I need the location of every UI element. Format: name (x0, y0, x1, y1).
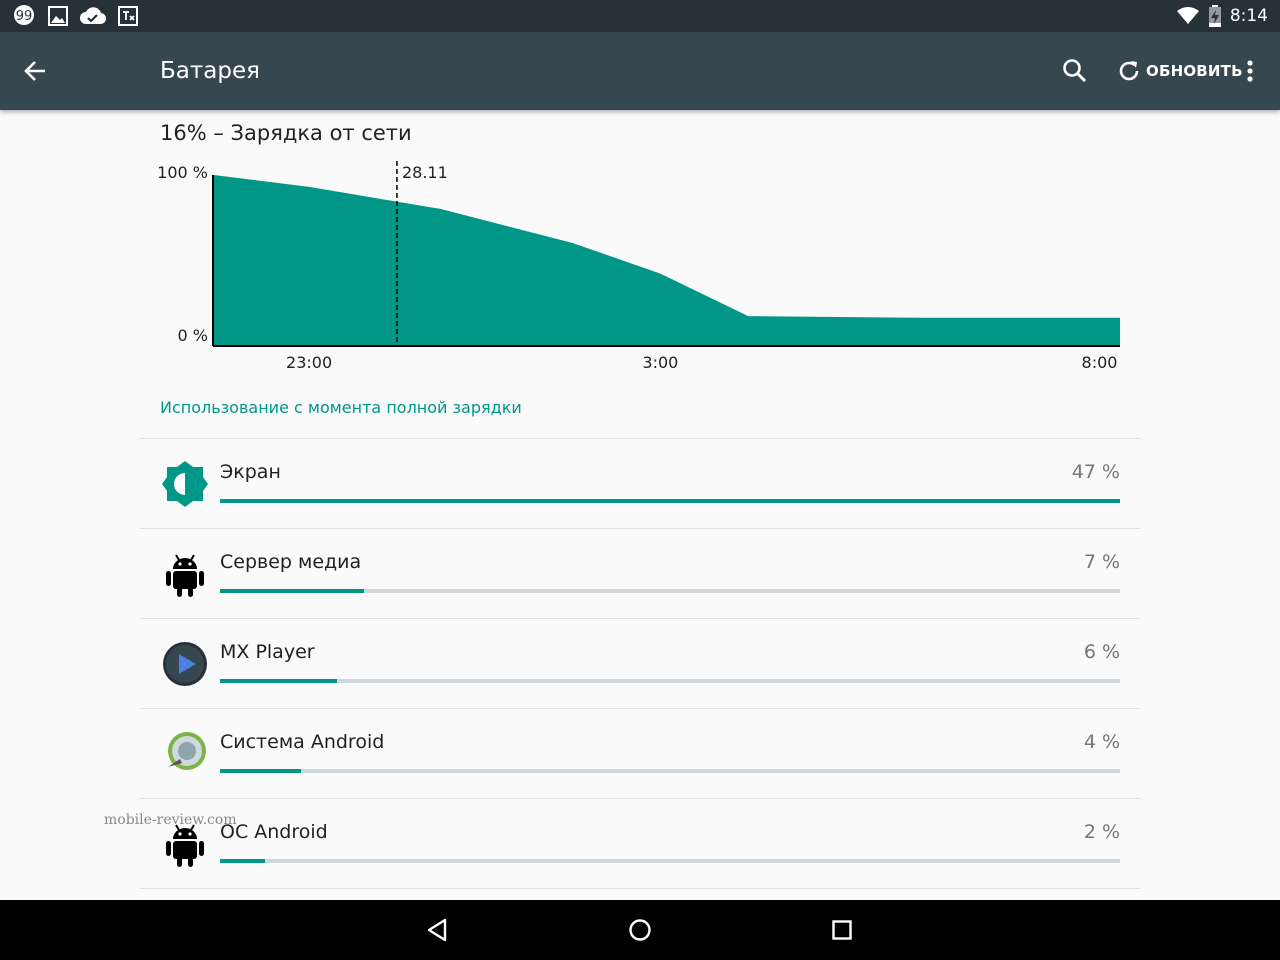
usage-bar (220, 679, 1120, 683)
usage-item-percent: 47 % (1071, 461, 1120, 483)
chart-y-label-min: 0 % (178, 326, 208, 345)
app-bar: Батарея ОБНОВИТЬ (0, 32, 1280, 110)
battery-content: 16% – Зарядка от сети 28.11 100 % 0 % 23… (0, 110, 1280, 900)
android-system-icon (168, 732, 206, 770)
wifi-icon (1176, 7, 1199, 24)
usage-item-percent: 2 % (1083, 821, 1120, 843)
search-icon[interactable] (1060, 56, 1090, 86)
list-item[interactable]: Экран 47 % (140, 439, 1140, 529)
watermark: mobile-review.com (104, 812, 237, 828)
chart-date-marker-label: 28.11 (402, 163, 448, 182)
usage-bar (220, 769, 1120, 773)
usage-item-name: Экран (220, 461, 281, 483)
battery-charging-icon (1208, 5, 1221, 27)
status-bar: 99 8:14 (0, 0, 1280, 32)
usage-item-percent: 4 % (1083, 731, 1120, 753)
usage-bar-fill (220, 769, 301, 773)
refresh-label: ОБНОВИТЬ (1146, 62, 1243, 80)
more-vert-icon[interactable] (1238, 56, 1262, 86)
play-icon (163, 642, 207, 686)
clock: 8:14 (1229, 6, 1268, 26)
chart-x-tick-label: 8:00 (1082, 353, 1118, 372)
navigation-bar (0, 900, 1280, 960)
refresh-button[interactable]: ОБНОВИТЬ (1116, 56, 1243, 86)
cloud-done-icon (80, 7, 106, 25)
back-nav-icon[interactable] (423, 915, 453, 945)
recents-nav-icon[interactable] (827, 915, 857, 945)
refresh-icon (1119, 61, 1139, 81)
usage-bar-fill (220, 589, 364, 593)
usage-bar (220, 589, 1120, 593)
notification-icons: 99 (12, 4, 140, 28)
android-icon (166, 554, 204, 597)
image-icon (48, 6, 68, 26)
usage-bar (220, 859, 1120, 863)
usage-item-percent: 6 % (1083, 641, 1120, 663)
usage-list: Экран 47 % Сервер медиа 7 % MX Player 6 … (140, 438, 1140, 889)
hangouts-icon: 99 (14, 5, 34, 25)
list-item[interactable]: Система Android 4 % (140, 709, 1140, 799)
list-item[interactable]: ОС Android 2 % (140, 799, 1140, 889)
svg-text:99: 99 (16, 9, 33, 24)
usage-bar-fill (220, 859, 265, 863)
back-arrow-icon[interactable] (20, 56, 50, 86)
page-title: Батарея (160, 58, 260, 84)
system-icons: 8:14 (1176, 4, 1268, 28)
chart-x-tick-label: 23:00 (286, 353, 332, 372)
battery-summary: 16% – Зарядка от сети (160, 121, 412, 145)
list-item[interactable]: MX Player 6 % (140, 619, 1140, 709)
usage-item-name: Сервер медиа (220, 551, 362, 573)
chart-x-tick-label: 3:00 (642, 353, 678, 372)
usage-bar-fill (220, 679, 337, 683)
usage-item-name: MX Player (220, 641, 315, 663)
usage-item-percent: 7 % (1083, 551, 1120, 573)
brightness-icon (162, 461, 208, 507)
home-nav-icon[interactable] (625, 915, 655, 945)
battery-history-chart: 28.11 100 % 0 % 23:00 3:00 8:00 (157, 161, 1120, 372)
battery-level-area (214, 175, 1120, 345)
list-item[interactable]: Сервер медиа 7 % (140, 529, 1140, 619)
chart-y-label-max: 100 % (157, 163, 208, 182)
translate-icon (118, 6, 138, 26)
usage-item-name: Система Android (220, 731, 385, 753)
usage-section-header: Использование с момента полной зарядки (160, 398, 522, 417)
usage-bar-fill (220, 499, 1120, 503)
usage-bar (220, 499, 1120, 503)
